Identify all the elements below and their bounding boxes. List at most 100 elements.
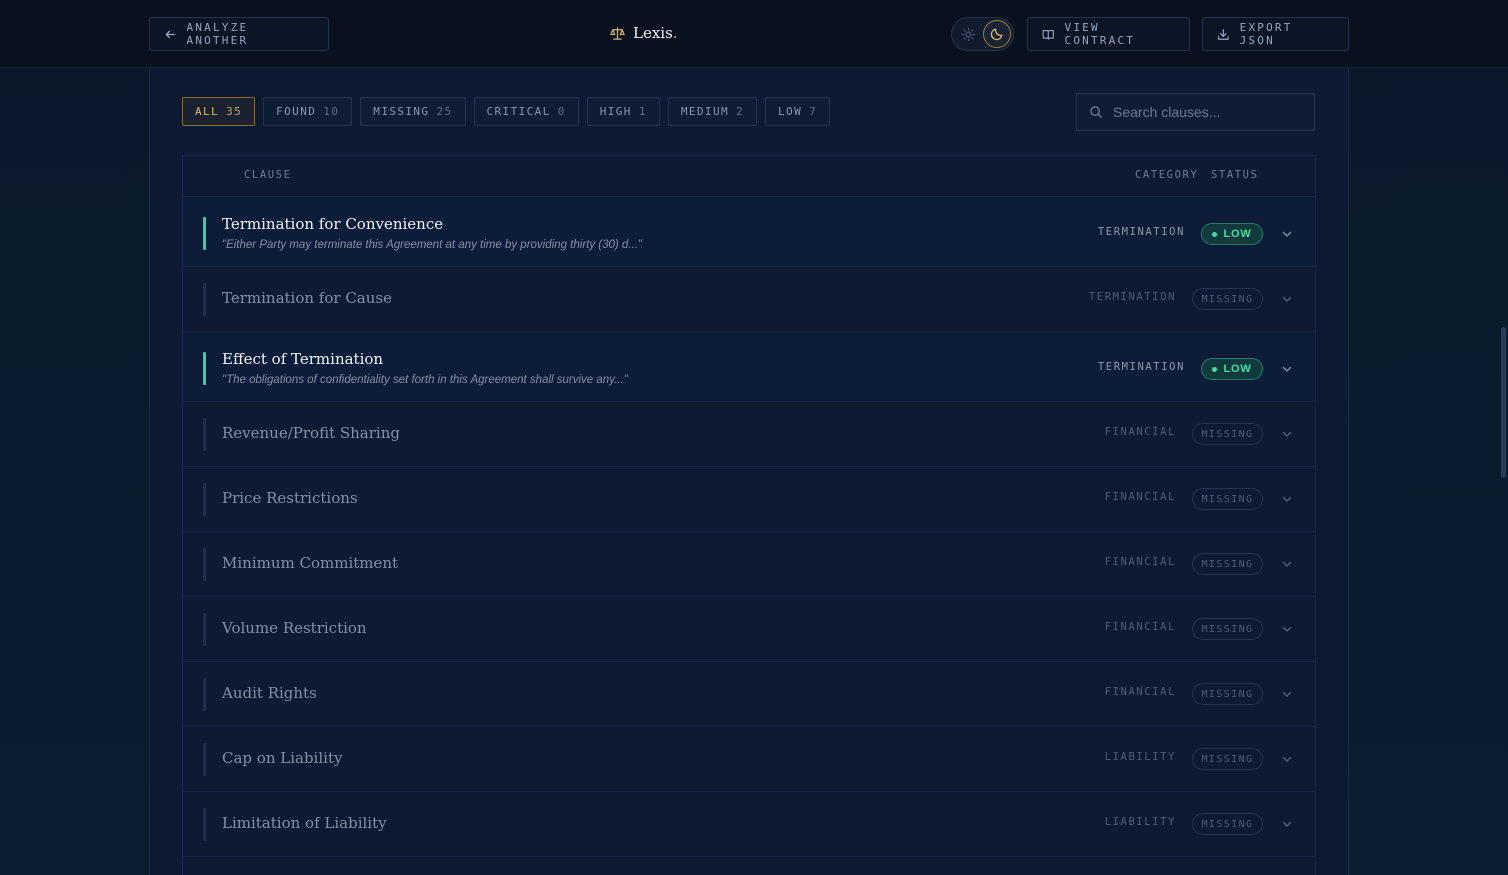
clause-title: Volume Restriction — [222, 619, 367, 637]
status-badge: MISSING — [1192, 288, 1263, 310]
chevron-down-icon[interactable] — [1281, 293, 1293, 305]
filter-high[interactable]: HIGH 1 — [586, 97, 660, 126]
status-label: LOW — [1223, 363, 1252, 375]
chevron-down-icon[interactable] — [1281, 493, 1293, 505]
chevron-down-icon[interactable] — [1281, 228, 1293, 240]
background-right — [1349, 0, 1508, 875]
status-badge: MISSING — [1192, 423, 1263, 445]
table-row[interactable]: Minimum Commitment FINANCIAL MISSING — [183, 532, 1315, 597]
clause-title: Cap on Liability — [222, 749, 343, 767]
risk-indicator-bar — [203, 678, 206, 711]
chevron-down-icon[interactable] — [1281, 558, 1293, 570]
table-row[interactable]: Cap on Liability LIABILITY MISSING — [183, 727, 1315, 792]
table-row[interactable]: Limitation of Liability LIABILITY MISSIN… — [183, 792, 1315, 857]
table-row[interactable]: Effect of Termination "The obligations o… — [183, 332, 1315, 402]
clause-title: Revenue/Profit Sharing — [222, 424, 400, 442]
chip-count: 1 — [638, 105, 647, 118]
filter-chips: ALL 35 FOUND 10 MISSING 25 CRITICAL 0 HIGH 1 … — [182, 97, 831, 126]
table-row[interactable]: Termination for Cause TERMINATION MISSIN… — [183, 267, 1315, 332]
chip-count: 25 — [436, 105, 453, 118]
filter-found[interactable]: FOUND 10 — [263, 97, 353, 126]
clause-category: TERMINATION — [1088, 291, 1176, 303]
view-contract-button[interactable]: VIEW CONTRACT — [1027, 17, 1190, 51]
table-row[interactable]: Revenue/Profit Sharing FINANCIAL MISSING — [183, 402, 1315, 467]
logo-dot: . — [672, 24, 678, 42]
risk-indicator-bar — [203, 808, 206, 841]
chip-label: MEDIUM — [680, 105, 729, 118]
sun-icon — [961, 27, 976, 42]
header-status: STATUS — [1211, 169, 1259, 181]
filter-missing[interactable]: MISSING 25 — [360, 97, 466, 126]
risk-indicator-bar — [203, 217, 206, 250]
clause-title: Audit Rights — [222, 684, 317, 702]
table-row[interactable]: Audit Rights FINANCIAL MISSING — [183, 662, 1315, 727]
top-navbar: ANALYZE ANOTHER Lexis. VIEW CONTRACT EXP… — [0, 0, 1508, 68]
clause-category: TERMINATION — [1097, 226, 1185, 238]
risk-indicator-bar — [203, 283, 206, 316]
background-left — [0, 0, 150, 875]
risk-indicator-bar — [203, 418, 206, 451]
chip-label: HIGH — [599, 105, 632, 118]
dark-mode-button[interactable] — [983, 20, 1011, 48]
clause-title: Price Restrictions — [222, 489, 358, 507]
chevron-down-icon[interactable] — [1281, 688, 1293, 700]
chevron-down-icon[interactable] — [1281, 363, 1293, 375]
clause-title: Termination for Cause — [222, 289, 392, 307]
search-input[interactable] — [1113, 104, 1293, 120]
clauses-table: CLAUSE CATEGORY STATUS Termination for C… — [182, 155, 1316, 875]
theme-toggle[interactable] — [951, 17, 1014, 51]
status-badge: LOW — [1201, 358, 1263, 380]
chip-label: LOW — [778, 105, 803, 118]
search-icon — [1090, 106, 1102, 118]
moon-icon — [990, 28, 1003, 41]
filter-critical[interactable]: CRITICAL 0 — [473, 97, 579, 126]
status-badge: MISSING — [1192, 618, 1263, 640]
chevron-down-icon[interactable] — [1281, 428, 1293, 440]
status-badge: LOW — [1201, 223, 1263, 245]
status-badge: MISSING — [1192, 683, 1263, 705]
table-header: CLAUSE CATEGORY STATUS — [183, 156, 1315, 197]
logo-text: Lexis — [633, 24, 673, 42]
status-dot — [1212, 231, 1218, 237]
chip-count: 2 — [736, 105, 745, 118]
header-clause: CLAUSE — [244, 169, 292, 181]
clause-title: Termination for Convenience — [222, 215, 444, 233]
filter-low[interactable]: LOW 7 — [765, 97, 831, 126]
status-badge: MISSING — [1192, 488, 1263, 510]
clause-category: FINANCIAL — [1104, 686, 1176, 698]
chip-count: 0 — [557, 105, 566, 118]
clauses-panel: ALL 35 FOUND 10 MISSING 25 CRITICAL 0 HIGH 1 … — [149, 68, 1349, 875]
clause-excerpt: "Either Party may terminate this Agreeme… — [222, 239, 642, 251]
status-label: LOW — [1223, 228, 1252, 240]
chevron-down-icon[interactable] — [1281, 818, 1293, 830]
clause-title: Effect of Termination — [222, 350, 384, 368]
book-open-icon — [1042, 29, 1054, 40]
clause-title: Minimum Commitment — [222, 554, 399, 572]
export-json-button[interactable]: EXPORT JSON — [1202, 17, 1349, 51]
clause-category: FINANCIAL — [1104, 491, 1176, 503]
chip-count: 7 — [809, 105, 818, 118]
risk-indicator-bar — [203, 483, 206, 516]
filter-medium[interactable]: MEDIUM 2 — [667, 97, 758, 126]
filter-all[interactable]: ALL 35 — [182, 97, 256, 126]
chevron-down-icon[interactable] — [1281, 623, 1293, 635]
analyze-another-label: ANALYZE ANOTHER — [186, 21, 249, 47]
chevron-down-icon[interactable] — [1281, 753, 1293, 765]
table-row[interactable]: Price Restrictions FINANCIAL MISSING — [183, 467, 1315, 532]
risk-indicator-bar — [203, 352, 206, 385]
analyze-another-button[interactable]: ANALYZE ANOTHER — [149, 17, 329, 51]
chip-count: 35 — [226, 105, 243, 118]
clause-category: FINANCIAL — [1104, 556, 1176, 568]
chip-label: ALL — [195, 105, 220, 118]
risk-indicator-bar — [203, 613, 206, 646]
app-logo[interactable]: Lexis. — [610, 24, 678, 42]
clause-category: TERMINATION — [1097, 361, 1185, 373]
table-row[interactable]: Volume Restriction FINANCIAL MISSING — [183, 597, 1315, 662]
clause-category: LIABILITY — [1104, 816, 1176, 828]
view-contract-label: VIEW CONTRACT — [1064, 21, 1136, 47]
arrow-left-icon — [165, 30, 175, 38]
table-row[interactable]: Termination for Convenience "Either Part… — [183, 197, 1315, 267]
search-box[interactable] — [1076, 93, 1315, 131]
clause-excerpt: "The obligations of confidentiality set … — [222, 374, 628, 386]
page-scrollbar[interactable] — [1501, 327, 1506, 478]
